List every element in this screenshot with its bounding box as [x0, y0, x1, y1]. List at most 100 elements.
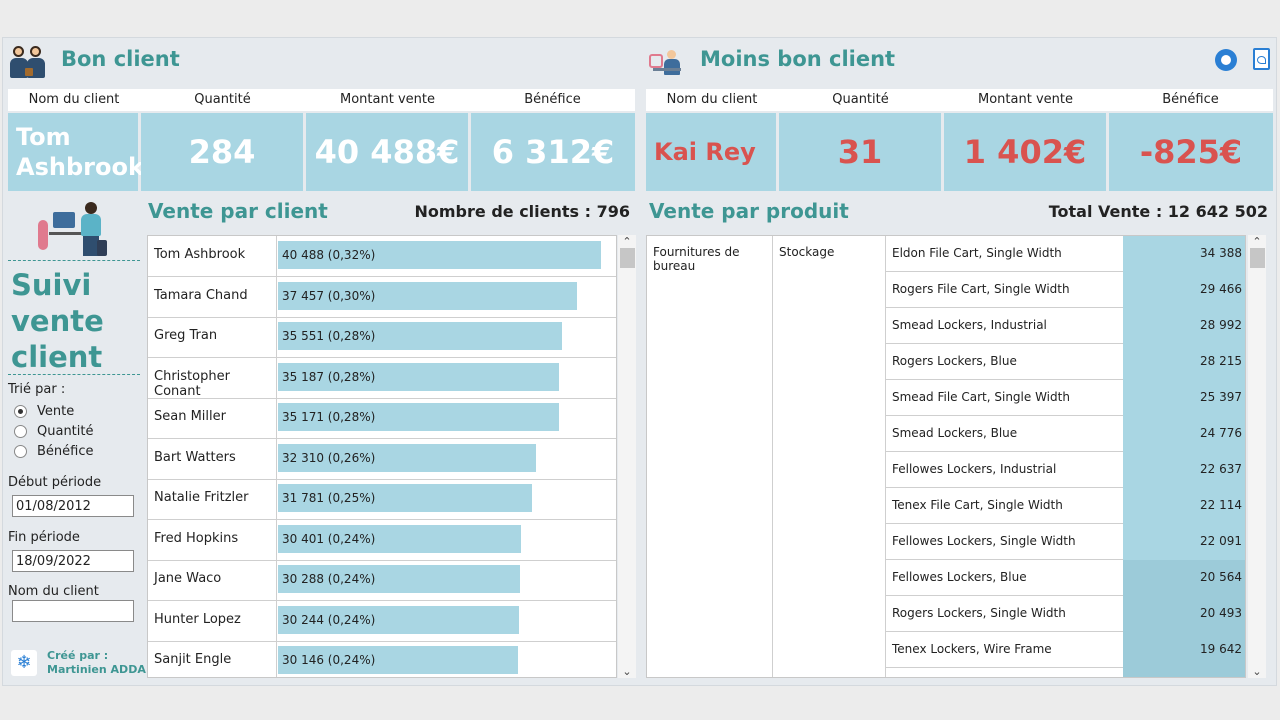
client-count: Nombre de clients : 796 [414, 202, 631, 221]
client-name-cell: Tamara Chand [148, 276, 277, 317]
client-row[interactable]: Natalie Fritzler 31 781 (0,25%) [148, 479, 616, 520]
subcategory-cell: Stockage [779, 245, 835, 259]
bad-client-title: Moins bon client [700, 47, 896, 71]
product-name-cell: Rogers File Cart, Single Width [885, 272, 1123, 308]
scroll-up-icon[interactable]: ⌃ [1248, 235, 1266, 248]
radio-button[interactable] [14, 425, 27, 438]
bad-client-kpis: Kai Rey 31 1 402€ -825€ [646, 113, 1273, 191]
product-row[interactable]: Rogers File Cart, Single Width 29 466 [885, 272, 1245, 308]
category-cell: Fournitures de bureau [647, 236, 773, 677]
sidebar-title: Suivi vente client [11, 268, 104, 374]
client-name-cell: Tom Ashbrook [148, 236, 277, 276]
bad-client-profit: -825€ [1109, 113, 1273, 191]
scroll-thumb[interactable] [1250, 248, 1265, 268]
product-sales-cell: 28 215 [1123, 344, 1245, 380]
good-client-kpis: Tom Ashbrook 284 40 488€ 6 312€ [8, 113, 635, 191]
sales-label: 35 171 (0,28%) [282, 410, 376, 424]
product-row[interactable]: Eldon Lockers, Blue [885, 668, 1245, 677]
sort-radio-benefice[interactable]: Bénéfice [14, 444, 94, 459]
good-client-sales: 40 488€ [306, 113, 468, 191]
sales-label: 30 244 (0,24%) [282, 612, 376, 627]
scroll-down-icon[interactable]: ⌄ [618, 665, 636, 678]
product-row[interactable]: Smead Lockers, Blue 24 776 [885, 416, 1245, 452]
office-worker-illustration [33, 200, 111, 258]
product-name-cell: Smead File Cart, Single Width [885, 380, 1123, 416]
product-name-cell: Fellowes Lockers, Industrial [885, 452, 1123, 488]
client-row[interactable]: Christopher Conant 35 187 (0,28%) [148, 357, 616, 399]
radio-button-selected[interactable] [14, 405, 27, 418]
client-name-cell: Natalie Fritzler [148, 479, 277, 519]
product-sales-cell: 19 642 [1123, 632, 1245, 668]
product-sales-cell: 20 564 [1123, 560, 1245, 596]
product-sales-cell: 34 388 [1123, 236, 1245, 272]
product-sales-cell: 24 776 [1123, 416, 1245, 452]
product-name-cell: Rogers Lockers, Blue [885, 344, 1123, 380]
sort-radio-quantite[interactable]: Quantité [14, 424, 93, 439]
client-name-input[interactable] [12, 600, 134, 622]
client-name-cell: Greg Tran [148, 317, 277, 357]
sales-label: 30 288 (0,24%) [282, 572, 376, 586]
client-row[interactable]: Tom Ashbrook 40 488 (0,32%) [148, 236, 616, 277]
product-row[interactable]: Tenex Lockers, Wire Frame 19 642 [885, 632, 1245, 668]
client-row[interactable]: Tamara Chand 37 457 (0,30%) [148, 276, 616, 318]
client-row[interactable]: Hunter Lopez 30 244 (0,24%) [148, 600, 616, 642]
bad-client-name: Kai Rey [646, 113, 776, 191]
client-row[interactable]: Sean Miller 35 171 (0,28%) [148, 398, 616, 439]
scroll-up-icon[interactable]: ⌃ [618, 235, 636, 248]
client-name-cell: Sanjit Engle [148, 641, 277, 677]
product-row[interactable]: Tenex File Cart, Single Width 22 114 [885, 488, 1245, 524]
pdf-export-icon[interactable] [1253, 48, 1270, 70]
product-row[interactable]: Fellowes Lockers, Blue 20 564 [885, 560, 1245, 596]
product-sales-cell: 20 493 [1123, 596, 1245, 632]
product-row[interactable]: Rogers Lockers, Single Width 20 493 [885, 596, 1245, 632]
scroll-thumb[interactable] [620, 248, 635, 268]
product-row[interactable]: Fellowes Lockers, Industrial 22 637 [885, 452, 1245, 488]
good-client-profit: 6 312€ [471, 113, 635, 191]
start-date-label: Début période [8, 475, 102, 490]
client-sales-table[interactable]: Tom Ashbrook 40 488 (0,32%) Tamara Chand 37… [147, 235, 617, 678]
bad-client-header-row: Nom du client Quantité Montant vente Bén… [646, 89, 1273, 111]
client-row[interactable]: Bart Watters 32 310 (0,26%) [148, 438, 616, 480]
bad-client-sales: 1 402€ [944, 113, 1106, 191]
client-name-cell: Fred Hopkins [148, 519, 277, 560]
client-row[interactable]: Greg Tran 35 551 (0,28%) [148, 317, 616, 358]
client-name-cell: Christopher Conant [148, 357, 277, 399]
client-name-label: Nom du client [8, 584, 99, 599]
product-row[interactable]: Smead Lockers, Industrial 28 992 [885, 308, 1245, 344]
client-row[interactable]: Fred Hopkins 30 401 (0,24%) [148, 519, 616, 561]
scroll-down-icon[interactable]: ⌄ [1248, 665, 1266, 678]
product-sales-table[interactable]: Fournitures de bureau Stockage Eldon Fil… [646, 235, 1246, 678]
product-name-cell: Fellowes Lockers, Blue [885, 560, 1123, 596]
gear-icon[interactable] [1215, 49, 1237, 71]
end-date-field[interactable]: 18/09/2022 [12, 550, 134, 572]
product-table-scrollbar[interactable]: ⌃ ⌄ [1248, 235, 1266, 678]
product-sales-cell: 25 397 [1123, 380, 1245, 416]
radio-button[interactable] [14, 445, 27, 458]
product-sales-cell: 29 466 [1123, 272, 1245, 308]
product-row[interactable]: Rogers Lockers, Blue 28 215 [885, 344, 1245, 380]
sales-label: 32 310 (0,26%) [282, 450, 376, 465]
header-client-name: Nom du client [666, 92, 758, 107]
total-sales: Total Vente : 12 642 502 [1048, 202, 1268, 221]
sales-label: 40 488 (0,32%) [282, 248, 376, 262]
good-client-header-row: Nom du client Quantité Montant vente Bén… [8, 89, 635, 111]
start-date-field[interactable]: 01/08/2012 [12, 495, 134, 517]
good-client-name: Tom Ashbrook [8, 113, 144, 191]
product-name-cell: Smead Lockers, Blue [885, 416, 1123, 452]
product-sales-cell: 22 114 [1123, 488, 1245, 524]
sidebar-divider-bottom [8, 374, 140, 375]
sales-label: 30 401 (0,24%) [282, 531, 376, 546]
product-row[interactable]: Fellowes Lockers, Single Width 22 091 [885, 524, 1245, 560]
product-row[interactable]: Smead File Cart, Single Width 25 397 [885, 380, 1245, 416]
header-quantity: Quantité [194, 92, 251, 107]
product-name-cell: Smead Lockers, Industrial [885, 308, 1123, 344]
product-row[interactable]: Eldon File Cart, Single Width 34 388 [885, 236, 1245, 272]
client-row[interactable]: Sanjit Engle 30 146 (0,24%) [148, 641, 616, 677]
product-sales-cell [1123, 668, 1245, 677]
client-table-scrollbar[interactable]: ⌃ ⌄ [618, 235, 636, 678]
client-support-icon [649, 48, 685, 76]
sales-label: 31 781 (0,25%) [282, 491, 376, 505]
client-row[interactable]: Jane Waco 30 288 (0,24%) [148, 560, 616, 601]
header-client-name: Nom du client [28, 92, 120, 107]
sort-radio-vente[interactable]: Vente [14, 404, 74, 419]
